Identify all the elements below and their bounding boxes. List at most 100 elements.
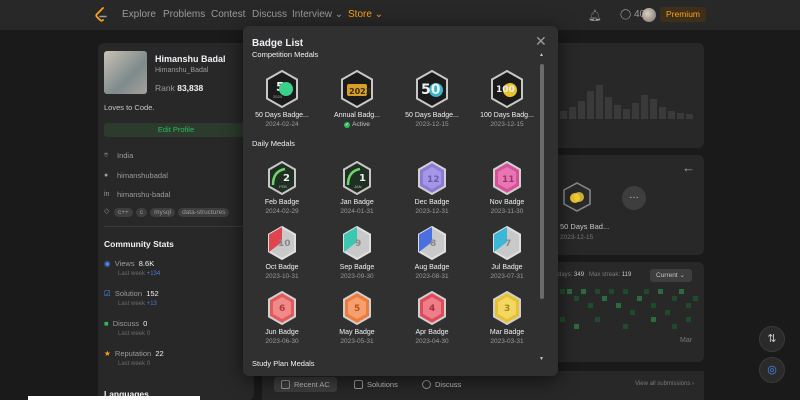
badge-competition[interactable]: 2023 Annual Badg... ✓ Active — [322, 70, 392, 128]
badge-date: 2023-12-15 — [490, 121, 524, 128]
nav-contest[interactable]: Contest — [211, 9, 245, 20]
badge-daily[interactable]: 8 Aug Badge 2023-08-31 — [397, 226, 467, 280]
badge-daily[interactable]: 1 JAN Jan Badge 2024-01-31 — [322, 161, 392, 215]
badge-name: Annual Badg... — [334, 112, 380, 119]
nav-store[interactable]: Store ⌄ — [348, 9, 383, 20]
edit-profile-button[interactable]: Edit Profile — [104, 123, 248, 137]
tab-discuss[interactable]: Discuss — [422, 380, 461, 389]
skill-tag[interactable]: mysql — [150, 208, 176, 217]
tab-recent-ac[interactable]: Recent AC — [274, 377, 337, 392]
skill-tag[interactable]: c++ — [114, 208, 133, 217]
stat-value: 0 — [143, 319, 148, 328]
rank-value: 83,838 — [177, 83, 204, 93]
badge-year: 2023 — [349, 87, 371, 96]
badge-daily[interactable]: 5 May Badge 2023-05-31 — [322, 291, 392, 345]
view-all-submissions-link[interactable]: View all submissions › — [635, 381, 694, 387]
bar — [605, 97, 612, 119]
badge-daily[interactable]: 2 FEB Feb Badge 2024-02-29 — [247, 161, 317, 215]
bar — [560, 111, 567, 119]
white-strip — [28, 396, 200, 400]
badge-number: 6 — [279, 304, 285, 314]
stat-value: 8.6K — [138, 259, 155, 268]
linkedin-row[interactable]: in himanshu-badal — [104, 190, 170, 199]
badge-name: 50 Days Badge... — [405, 112, 459, 119]
badge-date: 2023-09-30 — [340, 273, 374, 280]
stat-solution: ☑ Solution 152 — [104, 289, 159, 298]
section-study-plan: Study Plan Medals — [252, 359, 315, 368]
badge-100-days-icon: 100 — [491, 70, 523, 108]
badge-daily[interactable]: 7 Jul Badge 2023-07-31 — [472, 226, 542, 280]
badge-number: 4 — [429, 304, 435, 314]
skill-tags: ◇ c++ c mysql data-structures — [104, 208, 230, 217]
close-icon[interactable]: ✕ — [535, 34, 547, 48]
badge-daily[interactable]: 6 Jun Badge 2023-06-30 — [247, 291, 317, 345]
badge-competition[interactable]: 5 2024 50 Days Badge... 2024-02-24 — [247, 70, 317, 128]
scrollbar-thumb[interactable] — [540, 64, 544, 299]
bar — [623, 109, 630, 119]
avatar[interactable] — [642, 8, 656, 22]
stat-delta: +13 — [146, 301, 157, 307]
stat-reputation: ★ Reputation 22 — [104, 349, 164, 358]
badge-competition[interactable]: 100 100 Days Badg... 2023-12-15 — [472, 70, 542, 128]
scroll-up-icon[interactable]: ▲ — [539, 52, 544, 58]
premium-button[interactable]: Premium — [660, 7, 707, 22]
more-badges-button[interactable]: … — [622, 186, 646, 210]
badge-number: 100 — [496, 85, 515, 95]
stat-sub-label: Last week — [118, 331, 146, 337]
github-icon: ● — [104, 172, 109, 179]
profile-rank: Rank 83,838 — [155, 83, 203, 93]
nav-explore[interactable]: Explore — [122, 9, 156, 20]
badge-date: 2023-04-30 — [415, 338, 449, 345]
badge-number: 7 — [505, 239, 511, 249]
nav-problems[interactable]: Problems — [163, 9, 205, 20]
badge-daily[interactable]: 12 Dec Badge 2023-12-31 — [397, 161, 467, 215]
badge-daily[interactable]: 9 Sep Badge 2023-09-30 — [322, 226, 392, 280]
bar — [578, 101, 585, 119]
bar — [596, 85, 603, 119]
switch-icon[interactable]: ⇅ — [759, 326, 785, 352]
scroll-down-icon[interactable]: ▼ — [539, 356, 544, 362]
badge-name: 50 Days Badge... — [255, 112, 309, 119]
badge-daily[interactable]: 3 Mar Badge 2023-03-31 — [472, 291, 542, 345]
linkedin-text: himanshu-badal — [117, 190, 171, 199]
badge-feb-icon: 2 FEB — [268, 161, 296, 195]
help-icon[interactable]: ◎ — [759, 357, 785, 383]
badge-daily[interactable]: 11 Nov Badge 2023-11-30 — [472, 161, 542, 215]
stat-delta: 0 — [146, 361, 151, 367]
badge-number: 3 — [504, 304, 510, 314]
stat-sub-label: Last week — [118, 361, 146, 367]
skill-tag[interactable]: c — [135, 208, 148, 217]
badge-name: Oct Badge — [265, 264, 299, 271]
section-competition: Competition Medals — [252, 50, 319, 59]
nav-discuss[interactable]: Discuss — [252, 9, 287, 20]
leetcode-logo-icon[interactable] — [94, 7, 108, 23]
github-row[interactable]: ● himanshubadal — [104, 171, 168, 180]
badge-competition[interactable]: 50 50 Days Badge... 2023-12-15 — [397, 70, 467, 128]
tab-solutions[interactable]: Solutions — [354, 380, 398, 389]
bell-icon[interactable]: 🔔︎ — [588, 9, 602, 22]
community-stats-title: Community Stats — [104, 239, 174, 249]
skill-tag[interactable]: data-structures — [178, 208, 230, 217]
badge-name: Nov Badge — [489, 199, 525, 206]
bar — [632, 103, 639, 119]
nav-interview[interactable]: Interview ⌄ — [292, 9, 343, 20]
stat-label: Solution — [114, 289, 143, 298]
check-icon: ✓ — [344, 121, 351, 128]
badge-jun-icon: 6 — [268, 291, 296, 325]
badge-daily[interactable]: 4 Apr Badge 2023-04-30 — [397, 291, 467, 345]
badge-name: 100 Days Badg... — [480, 112, 534, 119]
stat-label: Views — [114, 259, 135, 268]
badge-status: ✓ Active — [322, 121, 392, 128]
stat-label: Reputation — [114, 349, 152, 358]
badge-date: 2024-01-31 — [340, 208, 374, 215]
bar — [641, 95, 648, 119]
arrow-left-icon[interactable]: ← — [682, 160, 695, 175]
current-dropdown[interactable]: Current ⌄ — [650, 269, 692, 282]
bar — [614, 105, 621, 119]
badge-daily[interactable]: 10 Oct Badge 2023-10-31 — [247, 226, 317, 280]
badge-status-text: Active — [352, 121, 370, 128]
badge-name: Sep Badge — [339, 264, 375, 271]
badge-date: 2023-12-15 — [415, 121, 449, 128]
section-daily: Daily Medals — [252, 139, 295, 148]
badge-name: May Badge — [339, 329, 375, 336]
